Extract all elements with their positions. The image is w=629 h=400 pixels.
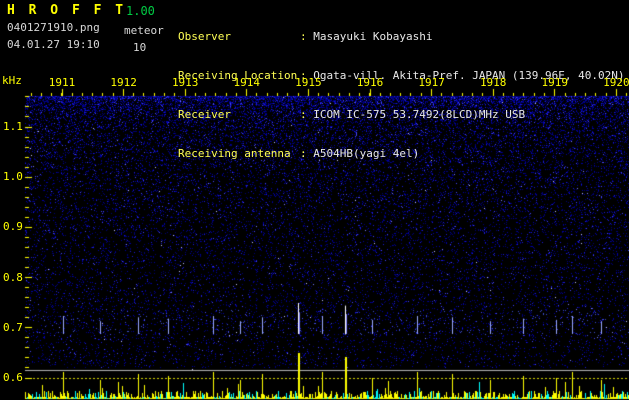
- info-row-observer: Observer: Masayuki Kobayashi: [178, 30, 625, 43]
- time-tick-label: 1913: [171, 76, 199, 89]
- station-info: Observer: Masayuki Kobayashi Receiving L…: [178, 4, 625, 186]
- time-tick-label: 1915: [295, 76, 322, 89]
- info-row-antenna: Receiving antenna: A504HB(yagi 4el): [178, 147, 625, 160]
- time-tick-label: 1917: [418, 76, 445, 89]
- info-separator: :: [300, 108, 314, 121]
- info-label: Observer: [178, 30, 231, 43]
- hrofft-screen: H R O F F T 1.00 0401271910.png meteor 0…: [0, 0, 629, 400]
- info-separator: :: [300, 30, 314, 43]
- time-tick-label: 1920: [603, 76, 629, 89]
- frequency-tick-label: 0.8: [3, 270, 23, 284]
- frequency-unit-label: kHz: [2, 74, 22, 87]
- info-separator: :: [300, 147, 314, 160]
- datetime-label: 04.01.27 19:10: [7, 38, 100, 51]
- time-tick-label: 1911: [48, 76, 76, 89]
- info-value: Masayuki Kobayashi: [313, 30, 433, 43]
- mode-label: meteor: [124, 24, 164, 37]
- info-row-receiver: Receiver: ICOM IC-575 53.7492(8LCD)MHz U…: [178, 108, 625, 121]
- info-value: A504HB(yagi 4el): [313, 147, 420, 160]
- info-value: ICOM IC-575 53.7492(8LCD)MHz USB: [313, 108, 526, 121]
- time-tick-label: 1918: [479, 76, 507, 89]
- frequency-tick-label: 0.7: [3, 320, 23, 334]
- frequency-tick-label: 0.6: [3, 371, 23, 384]
- time-tick-label: 1919: [541, 76, 569, 89]
- info-label: Receiving antenna: [178, 147, 291, 160]
- output-filename: 0401271910.png: [7, 21, 100, 34]
- frequency-tick-label: 1.1: [3, 120, 23, 133]
- frequency-tick-label: 1.0: [3, 170, 23, 184]
- frequency-tick-label: 0.9: [3, 220, 23, 234]
- app-title: H R O F F T: [7, 3, 127, 18]
- echo-count: 10: [133, 41, 147, 54]
- time-tick-label: 1912: [110, 76, 137, 89]
- time-tick-label: 1916: [356, 76, 384, 89]
- time-tick-label: 1914: [233, 76, 261, 89]
- app-version: 1.00: [126, 4, 155, 18]
- info-label: Receiver: [178, 108, 231, 121]
